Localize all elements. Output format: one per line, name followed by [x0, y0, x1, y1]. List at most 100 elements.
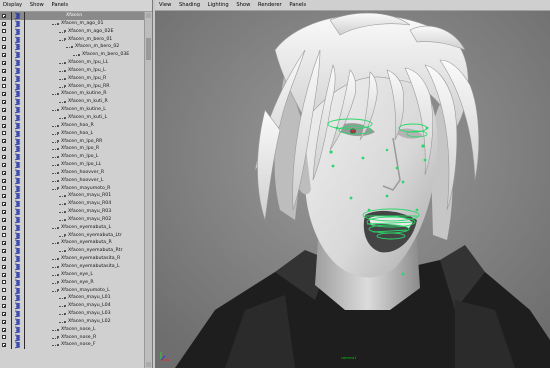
outliner-row[interactable]: Xfacen_m_kuti_R: [0, 98, 146, 107]
outliner-row[interactable]: Xfacen_m_kutine_L: [0, 106, 146, 114]
outliner-row[interactable]: Xfacen_m_bero_01: [0, 35, 146, 44]
expand-toggle-icon[interactable]: [2, 319, 6, 324]
expand-toggle-icon[interactable]: [2, 92, 6, 97]
expand-toggle-icon[interactable]: [2, 249, 6, 254]
outliner-row[interactable]: Xfacen_hoovver_L: [0, 176, 146, 185]
outliner-row[interactable]: Xfacen_nose_L: [0, 325, 146, 334]
expand-toggle-icon[interactable]: [2, 131, 6, 136]
expand-toggle-icon[interactable]: [2, 84, 6, 89]
expand-toggle-icon[interactable]: [2, 154, 6, 159]
expand-toggle-icon[interactable]: [2, 162, 6, 167]
expand-toggle-icon[interactable]: [2, 45, 6, 50]
scroll-up-arrow[interactable]: [146, 13, 151, 18]
expand-toggle-icon[interactable]: [2, 194, 6, 199]
menu-panels-viewport[interactable]: Panels: [289, 2, 306, 8]
outliner-row[interactable]: Xfacen_hoo_L: [0, 129, 146, 138]
outliner-row[interactable]: Xfacen_m_ago_02E: [0, 27, 146, 36]
outliner-row[interactable]: Xfacen_m_kuti_L: [0, 113, 146, 122]
outliner-row[interactable]: Xfacen_mayu_R03: [0, 208, 146, 216]
outliner-scrollbar[interactable]: [144, 12, 152, 368]
expand-toggle-icon[interactable]: [2, 53, 6, 58]
outliner-row[interactable]: Xfacen_m_lpo_RR: [0, 137, 146, 146]
outliner-row[interactable]: Xfacen_mayumoto_R: [0, 184, 146, 193]
outliner-row[interactable]: Xfacen_eyemabuta_L: [0, 223, 146, 232]
expand-toggle-icon[interactable]: [2, 178, 6, 183]
expand-toggle-icon[interactable]: [2, 147, 6, 152]
expand-toggle-icon[interactable]: [2, 327, 6, 332]
expand-toggle-icon[interactable]: [2, 272, 6, 277]
outliner-row[interactable]: Xfacen_mayu_R04: [0, 200, 146, 209]
expand-toggle-icon[interactable]: [2, 100, 6, 105]
expand-toggle-icon[interactable]: [2, 107, 6, 112]
character-model-render[interactable]: [155, 10, 550, 368]
expand-toggle-icon[interactable]: [2, 296, 6, 301]
expand-toggle-icon[interactable]: [2, 256, 6, 261]
outliner-row[interactable]: Xfacen_mayumoto_L: [0, 286, 146, 295]
expand-toggle-icon[interactable]: [2, 280, 6, 285]
menu-renderer[interactable]: Renderer: [258, 2, 282, 8]
expand-toggle-icon[interactable]: [2, 115, 6, 120]
outliner-row[interactable]: Xfacen_hoo_R: [0, 121, 146, 130]
outliner-row[interactable]: Xfacen_m_lpo_L: [0, 153, 146, 162]
menu-view[interactable]: View: [159, 2, 171, 8]
expand-toggle-icon[interactable]: [2, 209, 6, 214]
scroll-down-arrow[interactable]: [146, 362, 151, 367]
outliner-row[interactable]: Xfacen_mayu_R01: [0, 192, 146, 201]
outliner-row[interactable]: Xfacen_eyemabuta_Rtr: [0, 247, 146, 256]
outliner-row[interactable]: Xfacen_mayu_L01: [0, 294, 146, 303]
expand-toggle-icon[interactable]: [2, 186, 6, 191]
outliner-row[interactable]: Xfacen_m_kutine_R: [0, 90, 146, 99]
viewport-panel[interactable]: View Shading Lighting Show Renderer Pane…: [155, 0, 550, 368]
expand-toggle-icon[interactable]: [2, 217, 6, 222]
expand-toggle-icon[interactable]: [2, 76, 6, 81]
outliner-row[interactable]: Xfacen_eyemabuta_R: [0, 239, 146, 248]
expand-toggle-icon[interactable]: [2, 288, 6, 293]
expand-toggle-icon[interactable]: [2, 60, 6, 65]
expand-toggle-icon[interactable]: [2, 304, 6, 309]
menu-display[interactable]: Display: [3, 2, 22, 8]
outliner-row[interactable]: Xfacen_m_bero_02: [0, 43, 146, 52]
outliner-row[interactable]: Xfacen_m_lpu_RR: [0, 82, 146, 91]
expand-toggle-icon[interactable]: [2, 68, 6, 73]
outliner-row[interactable]: Xfacen_mayu_L04: [0, 302, 146, 311]
expand-toggle-icon[interactable]: [2, 37, 6, 42]
expand-toggle-icon[interactable]: [2, 241, 6, 246]
expand-toggle-icon[interactable]: [2, 21, 6, 26]
outliner-row[interactable]: Xfacen_m_lpu_R: [0, 74, 146, 83]
outliner-row[interactable]: Xfacen_eyemabutasita_L: [0, 263, 146, 271]
outliner-row[interactable]: Xfacen_m_lpu_LL: [0, 59, 146, 67]
outliner-row[interactable]: Xfacen_mayu_R02: [0, 215, 146, 224]
outliner-row[interactable]: Xfacen_mayu_L02: [0, 317, 146, 326]
outliner-row[interactable]: Xfacen_eye_R: [0, 278, 146, 287]
outliner-row[interactable]: Xfacen_eyemabuta_Ltr: [0, 231, 146, 240]
expand-toggle-icon[interactable]: [2, 29, 6, 34]
expand-toggle-icon[interactable]: [2, 335, 6, 340]
expand-toggle-icon[interactable]: [2, 264, 6, 269]
expand-toggle-icon[interactable]: [2, 139, 6, 144]
expand-toggle-icon[interactable]: [2, 123, 6, 128]
outliner-row[interactable]: Xfacen_m_lpo_R: [0, 145, 146, 154]
menu-show-viewport[interactable]: Show: [236, 2, 250, 8]
outliner-row[interactable]: Xfacen_m_ago_01: [0, 19, 146, 28]
expand-toggle-icon[interactable]: [2, 13, 6, 18]
outliner-row[interactable]: Xfacen_nose_F: [0, 341, 146, 350]
menu-shading[interactable]: Shading: [179, 2, 200, 8]
outliner-row[interactable]: Xfacen_m_bero_03E: [0, 51, 146, 60]
outliner-row[interactable]: Xfacen: [0, 12, 146, 20]
menu-show[interactable]: Show: [30, 2, 44, 8]
outliner-row[interactable]: Xfacen_m_lpu_L: [0, 66, 146, 75]
menu-lighting[interactable]: Lighting: [208, 2, 229, 8]
expand-toggle-icon[interactable]: [2, 170, 6, 175]
expand-toggle-icon[interactable]: [2, 233, 6, 238]
expand-toggle-icon[interactable]: [2, 311, 6, 316]
expand-toggle-icon[interactable]: [2, 202, 6, 207]
outliner-row[interactable]: Xfacen_eye_L: [0, 270, 146, 279]
menu-panels[interactable]: Panels: [51, 2, 68, 8]
expand-toggle-icon[interactable]: [2, 225, 6, 230]
expand-toggle-icon[interactable]: [2, 343, 6, 348]
outliner-row[interactable]: Xfacen_hoovver_R: [0, 168, 146, 177]
outliner-row[interactable]: Xfacen_m_lpo_LL: [0, 161, 146, 169]
outliner-row[interactable]: Xfacen_eyemabutasita_R: [0, 255, 146, 263]
outliner-row[interactable]: Xfacen_nose_R: [0, 333, 146, 342]
scrollbar-thumb[interactable]: [146, 38, 151, 60]
